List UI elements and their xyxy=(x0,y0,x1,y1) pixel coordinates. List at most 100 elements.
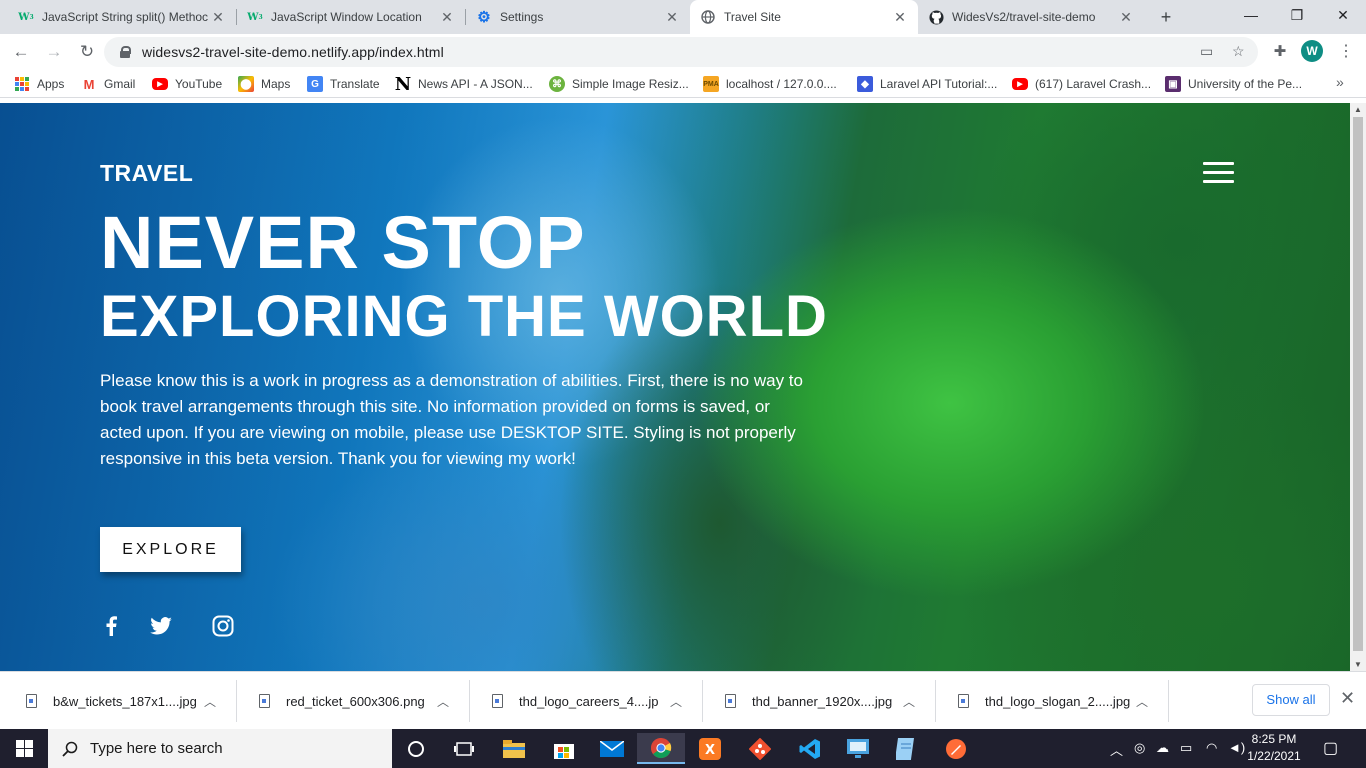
university-icon: ▣ xyxy=(1165,76,1181,92)
chevron-up-icon[interactable]: ︿ xyxy=(200,693,220,710)
hero-description: Please know this is a work in progress a… xyxy=(100,371,803,468)
svg-text:X: X xyxy=(705,743,715,758)
bookmark-news-api[interactable]: N News API - A JSON... xyxy=(394,73,533,95)
tab-title: JavaScript String split() Methoc xyxy=(42,10,209,24)
extensions-puzzle-icon[interactable]: ✚ xyxy=(1268,40,1292,64)
bookmark-localhost[interactable]: PMA localhost / 127.0.0.... xyxy=(703,75,837,93)
restore-icon[interactable]: ❐ xyxy=(1274,0,1320,30)
bookmark-star-icon[interactable]: ☆ xyxy=(1232,43,1245,60)
bookmark-laravel-api[interactable]: ◆ Laravel API Tutorial:... xyxy=(857,75,997,93)
close-downloads-icon[interactable]: ✕ xyxy=(1340,688,1355,709)
back-arrow-icon[interactable]: ← xyxy=(9,40,33,64)
scroll-up-icon[interactable]: ▲ xyxy=(1350,105,1366,114)
forward-arrow-icon[interactable]: → xyxy=(42,40,66,64)
scroll-down-icon[interactable]: ▼ xyxy=(1350,660,1366,669)
download-item[interactable]: b&w_tickets_187x1....jpg ︿ xyxy=(4,680,237,722)
vscode-icon[interactable] xyxy=(786,733,834,764)
bookmark-apps[interactable]: Apps xyxy=(14,75,64,93)
url-text[interactable]: widesvs2-travel-site-demo.netlify.app/in… xyxy=(142,44,444,60)
news-n-icon: N xyxy=(394,73,412,95)
bookmark-maps[interactable]: ⬤ Maps xyxy=(238,75,290,93)
bookmark-laravel-crash[interactable]: ▶ (617) Laravel Crash... xyxy=(1012,75,1151,93)
wifi-icon[interactable]: ◠ xyxy=(1206,740,1217,756)
explore-button[interactable]: EXPLORE xyxy=(100,527,241,572)
sourcetree-git-icon[interactable] xyxy=(736,733,784,764)
meet-now-icon[interactable]: ◎ xyxy=(1134,740,1145,756)
microsoft-store-icon[interactable] xyxy=(540,733,588,764)
image-file-icon xyxy=(958,694,969,708)
download-filename: red_ticket_600x306.png xyxy=(286,693,425,709)
reload-icon[interactable]: ↻ xyxy=(75,40,99,64)
tab-github-repo[interactable]: WidesVs2/travel-site-demo ✕ xyxy=(918,0,1144,34)
chevron-up-icon[interactable]: ︿ xyxy=(433,693,453,710)
github-icon xyxy=(928,9,944,25)
download-item[interactable]: thd_banner_1920x....jpg ︿ xyxy=(703,680,936,722)
download-item[interactable]: thd_logo_slogan_2.....jpg ︿ xyxy=(936,680,1169,722)
tab-js-string-split[interactable]: W3 JavaScript String split() Methoc ✕ xyxy=(8,0,236,34)
tab-travel-site[interactable]: Travel Site ✕ xyxy=(690,0,918,34)
close-icon[interactable]: ✕ xyxy=(1118,9,1134,25)
gear-icon: ⚙ xyxy=(477,9,491,26)
xampp-icon[interactable]: X xyxy=(686,733,734,764)
scrollbar-thumb[interactable] xyxy=(1353,117,1363,651)
chevron-double-right-icon[interactable]: » xyxy=(1336,74,1344,90)
taskbar-search-box[interactable]: Type here to search xyxy=(48,729,392,768)
window-close-icon[interactable]: ✕ xyxy=(1320,0,1366,30)
cast-icon[interactable]: ▭ xyxy=(1200,43,1213,60)
site-logo[interactable]: TRAVEL xyxy=(100,160,193,187)
profile-avatar[interactable]: W xyxy=(1301,40,1323,62)
onedrive-cloud-icon[interactable]: ☁ xyxy=(1156,740,1169,756)
maps-icon: ⬤ xyxy=(238,76,254,92)
chevron-up-icon[interactable]: ︿ xyxy=(1132,693,1152,710)
battery-icon[interactable]: ▭ xyxy=(1180,740,1192,756)
bookmark-image-resizer[interactable]: ⌘ Simple Image Resiz... xyxy=(549,75,689,93)
download-filename: thd_logo_slogan_2.....jpg xyxy=(985,693,1131,709)
facebook-icon[interactable] xyxy=(99,614,123,638)
windows-taskbar: Type here to search X ︿ ◎ ☁ ▭ ◠ ◄) 8:25 … xyxy=(0,729,1366,768)
close-icon[interactable]: ✕ xyxy=(439,9,455,25)
windows-start-icon[interactable] xyxy=(0,729,48,768)
minimize-icon[interactable]: — xyxy=(1228,0,1274,30)
notifications-icon[interactable]: ▢ xyxy=(1323,738,1338,758)
new-tab-plus-icon[interactable]: + xyxy=(1156,7,1176,28)
tab-strip: W3 JavaScript String split() Methoc ✕ W3… xyxy=(0,0,1366,34)
postman-icon[interactable] xyxy=(932,733,980,764)
bookmark-label: localhost / 127.0.0.... xyxy=(726,77,837,91)
system-clock[interactable]: 8:25 PM 1/22/2021 xyxy=(1244,731,1304,765)
chevron-up-icon[interactable]: ︿ xyxy=(899,693,919,710)
download-item[interactable]: thd_logo_careers_4....jp ︿ xyxy=(470,680,703,722)
task-view-icon[interactable] xyxy=(440,733,488,764)
lock-icon[interactable] xyxy=(120,46,131,58)
notepad-icon[interactable] xyxy=(882,733,930,764)
address-bar[interactable]: widesvs2-travel-site-demo.netlify.app/in… xyxy=(104,37,1258,67)
close-icon[interactable]: ✕ xyxy=(210,9,226,25)
bookmark-label: Simple Image Resiz... xyxy=(572,77,689,91)
twitter-icon[interactable] xyxy=(149,614,173,638)
close-icon[interactable]: ✕ xyxy=(892,9,908,25)
show-all-downloads-button[interactable]: Show all xyxy=(1252,684,1330,716)
bookmark-label: YouTube xyxy=(175,77,223,91)
w3schools-icon: W3 xyxy=(18,11,34,23)
cortana-circle-icon[interactable] xyxy=(392,733,440,764)
close-icon[interactable]: ✕ xyxy=(664,9,680,25)
bookmark-gmail[interactable]: M Gmail xyxy=(81,75,135,93)
instagram-icon[interactable] xyxy=(211,614,235,638)
bookmark-university[interactable]: ▣ University of the Pe... xyxy=(1165,75,1302,93)
volume-icon[interactable]: ◄) xyxy=(1228,740,1245,755)
gmail-icon: M xyxy=(81,76,97,92)
mail-icon[interactable] xyxy=(588,733,636,764)
chrome-icon[interactable] xyxy=(637,733,685,764)
hamburger-menu-icon[interactable] xyxy=(1203,162,1234,184)
tab-js-window-location[interactable]: W3 JavaScript Window Location ✕ xyxy=(237,0,465,34)
bookmark-youtube[interactable]: ▶ YouTube xyxy=(152,75,222,93)
bookmark-translate[interactable]: G Translate xyxy=(307,75,380,93)
chevron-up-icon[interactable]: ︿ xyxy=(666,693,686,710)
page-scrollbar[interactable]: ▲ ▼ xyxy=(1350,103,1366,671)
download-item[interactable]: red_ticket_600x306.png ︿ xyxy=(237,680,470,722)
menu-kebab-icon[interactable]: ⋮ xyxy=(1334,40,1358,64)
bookmark-label: Laravel API Tutorial:... xyxy=(880,77,998,91)
remote-desktop-icon[interactable] xyxy=(834,733,882,764)
tab-settings[interactable]: ⚙ Settings ✕ xyxy=(466,0,690,34)
file-explorer-icon[interactable] xyxy=(490,733,538,764)
chevron-up-tray-icon[interactable]: ︿ xyxy=(1110,740,1123,759)
